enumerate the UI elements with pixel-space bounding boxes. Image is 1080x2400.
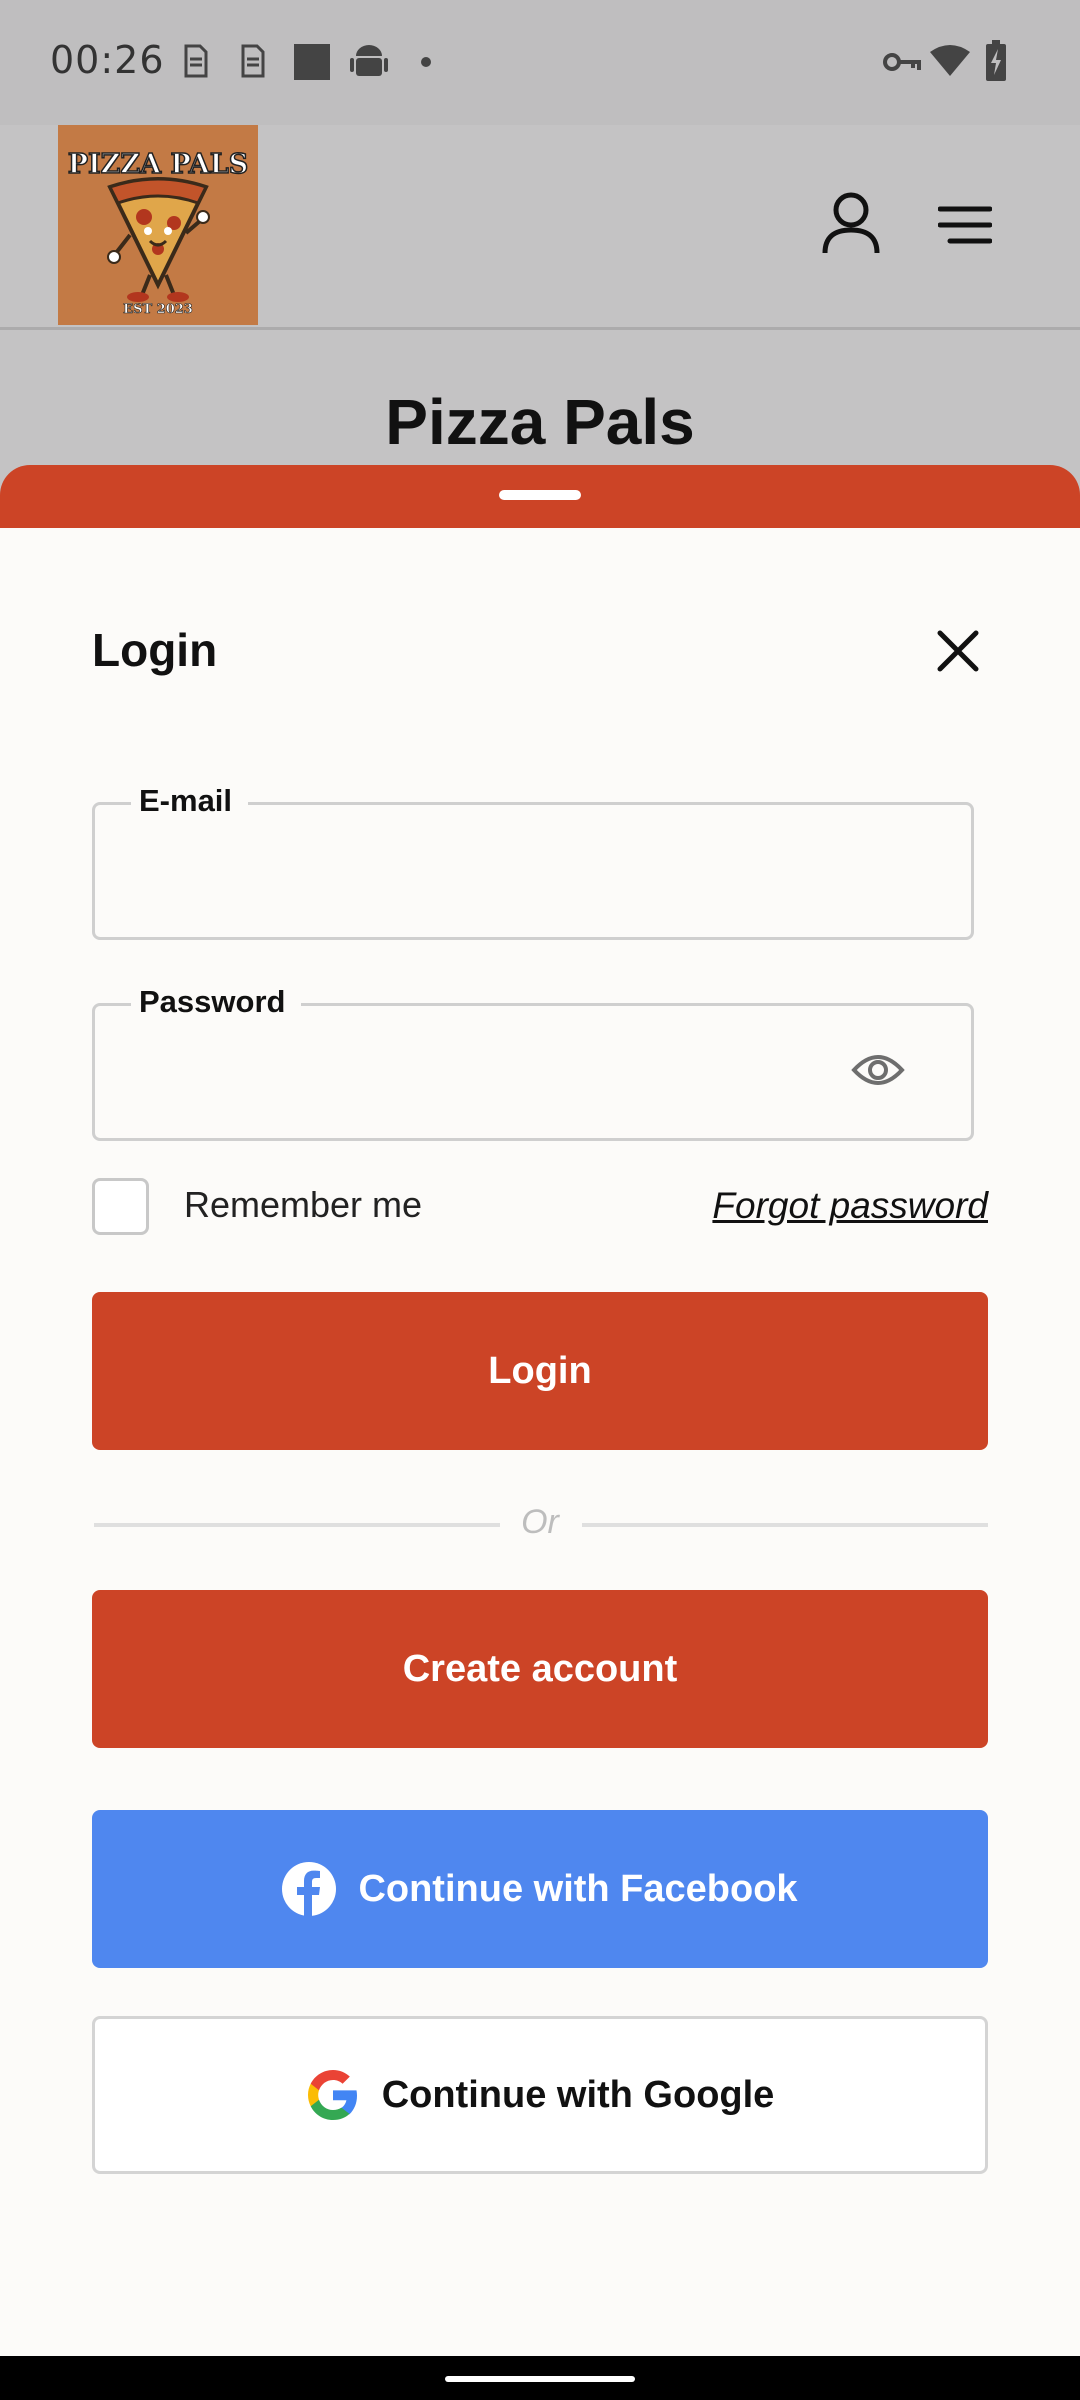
battery-charging-icon: [986, 40, 1006, 81]
eye-icon[interactable]: [851, 1050, 905, 1090]
divider-line-right: [582, 1523, 988, 1527]
status-bar: 00:26: [0, 0, 1080, 125]
status-time: 00:26: [50, 38, 165, 82]
svg-text:EST 2023: EST 2023: [123, 302, 193, 317]
create-account-button[interactable]: Create account: [92, 1590, 988, 1748]
password-field[interactable]: Password: [92, 984, 974, 1141]
password-label: Password: [131, 984, 302, 1020]
login-button-label: Login: [488, 1349, 592, 1392]
android-icon: [350, 45, 388, 76]
wifi-icon: [930, 45, 970, 76]
sheet-drag-handle[interactable]: [499, 490, 581, 500]
sheet-drag-bar[interactable]: [0, 465, 1080, 535]
account-person-icon[interactable]: [820, 190, 882, 256]
logo-artwork: PIZZA PALS EST 2023: [67, 148, 249, 317]
login-button[interactable]: Login: [92, 1292, 988, 1450]
google-icon: [306, 2068, 360, 2122]
dot-icon: [421, 57, 431, 67]
forgot-password-link[interactable]: Forgot password: [712, 1185, 988, 1227]
square-app-icon: [294, 44, 330, 80]
email-label: E-mail: [131, 783, 249, 819]
facebook-icon: [282, 1862, 337, 1916]
remember-me-label: Remember me: [184, 1184, 423, 1225]
sim-card-icon: [241, 44, 265, 78]
home-gesture-handle[interactable]: [445, 2376, 635, 2382]
email-field[interactable]: E-mail: [92, 783, 974, 940]
password-input[interactable]: [119, 1036, 819, 1106]
facebook-login-button[interactable]: Continue with Facebook: [92, 1810, 988, 1968]
pizza-pals-logo[interactable]: PIZZA PALS EST 2023: [58, 125, 258, 325]
email-input[interactable]: [119, 835, 939, 905]
remember-me-checkbox[interactable]: [92, 1178, 149, 1235]
login-sheet: Login E-mail Password Remember me Forgot…: [0, 528, 1080, 2356]
sim-card-icon: [184, 44, 208, 78]
svg-text:PIZZA PALS: PIZZA PALS: [68, 149, 248, 180]
sheet-title: Login: [92, 624, 218, 676]
page-title: Pizza Pals: [385, 386, 695, 458]
vpn-key-icon: [883, 53, 921, 71]
google-button-label: Continue with Google: [381, 2073, 775, 2116]
google-login-button[interactable]: Continue with Google: [92, 2016, 988, 2174]
hamburger-menu-icon[interactable]: [938, 205, 992, 245]
system-nav-bar: [0, 2356, 1080, 2400]
create-account-label: Create account: [402, 1647, 678, 1690]
app-header: PIZZA PALS EST 2023: [0, 125, 1080, 330]
facebook-button-label: Continue with Facebook: [358, 1867, 798, 1910]
close-icon[interactable]: [932, 625, 984, 677]
